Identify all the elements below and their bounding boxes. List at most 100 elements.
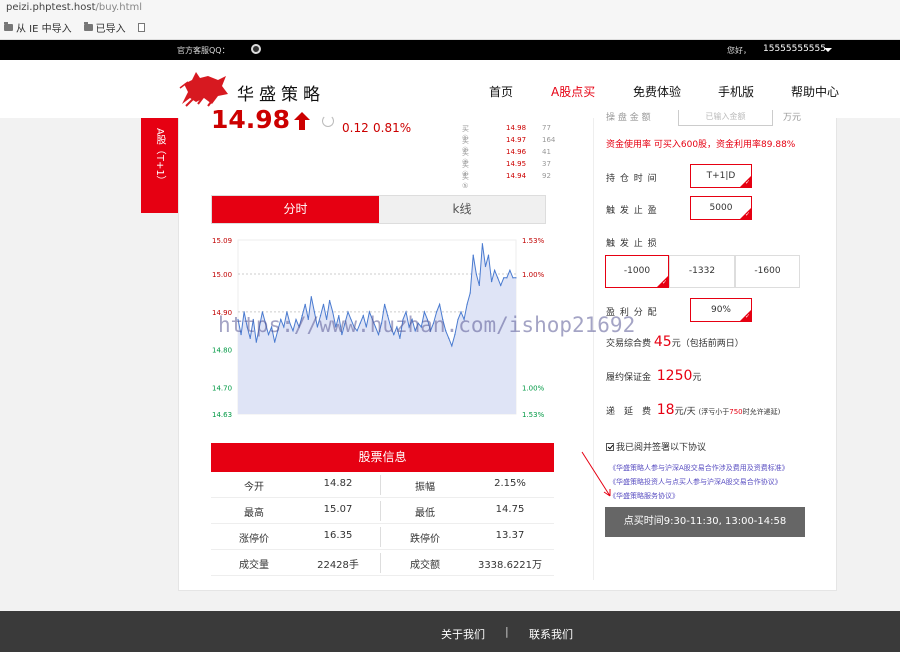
top-bar: 官方客服QQ： 您好， 15555555555 — [0, 40, 900, 60]
address-bar[interactable]: peizi.phptest.host/buy.html — [6, 2, 142, 13]
data-point — [478, 284, 480, 286]
y-tick-left: 14.80 — [212, 347, 232, 355]
buy-time-button[interactable]: 点买时间9:30-11:30, 13:00-14:58 — [605, 507, 805, 537]
data-point — [475, 273, 477, 275]
tab-kline[interactable]: k线 — [379, 196, 545, 223]
stop-loss-option-3[interactable]: -1600 — [735, 255, 800, 288]
data-point — [472, 254, 474, 256]
data-point — [503, 277, 505, 279]
y-tick-right: 1.53% — [522, 237, 545, 245]
data-point — [466, 303, 468, 305]
y-tick-left: 15.09 — [212, 237, 232, 245]
data-point — [515, 277, 517, 279]
take-profit-option[interactable]: 5000 ✓ — [690, 196, 752, 220]
stop-loss-option-1[interactable]: -1000 ✓ — [605, 255, 669, 288]
footer-about-link[interactable]: 关于我们 — [441, 626, 485, 642]
chevron-down-icon[interactable] — [824, 48, 832, 52]
user-phone[interactable]: 15555555555 — [763, 44, 826, 54]
nav-a-share-buy[interactable]: A股点买 — [551, 83, 595, 100]
hold-time-label: 持 仓 时 间 — [606, 174, 658, 184]
price-change-percent: 0.81% — [373, 121, 412, 135]
site-footer: 关于我们 | 联系我们 — [0, 611, 900, 652]
amount-label: 操 盘 金 额 — [606, 113, 651, 123]
data-point — [512, 277, 514, 279]
data-point — [304, 303, 306, 305]
amount-input[interactable]: 已输入金额 — [678, 110, 773, 126]
footer-contact-link[interactable]: 联系我们 — [529, 626, 573, 642]
url-host: peizi.phptest.host — [6, 2, 96, 13]
data-point — [274, 341, 276, 343]
folder-icon — [4, 22, 13, 31]
data-point — [448, 337, 450, 339]
watermark: https://www.huzhan.com/ishop21692 — [218, 313, 636, 337]
table-row: 今开 14.82 振幅 2.15% — [211, 472, 554, 498]
folder-icon — [83, 22, 93, 31]
nav-free-trial[interactable]: 免费体验 — [633, 83, 681, 100]
data-point — [506, 277, 508, 279]
data-point — [249, 337, 251, 339]
current-price: 14.98 — [211, 105, 291, 134]
column-divider — [593, 118, 594, 580]
agreement-link-cooperation[interactable]: 《华盛策略投资人与点买人参与沪深A股交易合作协议》 — [609, 477, 782, 487]
delay-fee-line: 递 延 费 18元/天 (浮亏小于750时允许递延) — [606, 402, 781, 418]
nav-help-center[interactable]: 帮助中心 — [791, 83, 839, 100]
usage-text: 资金使用率 可买入600股，资金利用率89.88% — [606, 140, 796, 150]
stop-loss-label: 触 发 止 损 — [606, 239, 658, 249]
arrow-up-icon — [294, 112, 310, 130]
data-point — [322, 303, 325, 305]
data-point — [310, 296, 312, 298]
table-row: 成交量 22428手 成交额 3338.6221万 — [211, 550, 554, 576]
data-point — [255, 341, 257, 343]
qq-icon[interactable] — [251, 44, 261, 54]
stop-loss-option-2[interactable]: -1332 — [669, 255, 735, 288]
bookmark-import-ie[interactable]: 从 IE 中导入 — [4, 20, 72, 35]
page-icon — [137, 23, 145, 32]
agreement-link-service[interactable]: 《华盛策略服务协议》 — [609, 491, 679, 501]
y-tick-right: 1.00% — [522, 385, 545, 393]
data-point — [490, 281, 493, 283]
tab-intraday[interactable]: 分时 — [212, 196, 379, 223]
bookmark-page[interactable] — [137, 23, 145, 32]
bookmark-imported[interactable]: 已导入 — [83, 20, 126, 35]
price-change: 0.12 — [342, 121, 369, 135]
data-point — [481, 243, 483, 245]
qq-label: 官方客服QQ： — [177, 46, 230, 55]
data-point — [384, 303, 386, 305]
data-point — [509, 269, 511, 271]
data-point — [497, 277, 499, 279]
y-tick-left: 15.00 — [212, 271, 232, 279]
bookmarks-bar: 从 IE 中导入 已导入 — [4, 20, 151, 35]
data-point — [484, 265, 487, 268]
data-point — [494, 269, 496, 271]
stock-info-title: 股票信息 — [211, 443, 554, 472]
table-row: 最高 15.07 最低 14.75 — [211, 498, 554, 524]
chart-tabs: 分时 k线 — [211, 195, 546, 224]
data-point — [329, 299, 331, 302]
data-point — [439, 303, 441, 305]
data-point — [487, 254, 490, 256]
refresh-icon[interactable] — [322, 115, 334, 127]
y-tick-left: 14.63 — [212, 411, 232, 419]
data-point — [451, 345, 453, 347]
bull-logo-icon[interactable] — [178, 68, 230, 110]
hold-time-option[interactable]: T+1|D ✓ — [690, 164, 752, 188]
nav-home[interactable]: 首页 — [489, 83, 513, 100]
agreement-link-fees[interactable]: 《华盛策略人参与沪深A股交易合作涉及费用及资费标准》 — [609, 463, 789, 473]
logo-text[interactable]: 华盛策略 — [237, 80, 325, 105]
side-tab-a-share[interactable]: A股（T+1） — [141, 118, 178, 213]
table-row: 涨停价 16.35 跌停价 13.37 — [211, 524, 554, 550]
y-tick-left: 14.70 — [212, 385, 232, 393]
annotation-arrow — [581, 451, 611, 497]
nav-mobile[interactable]: 手机版 — [718, 83, 754, 100]
profit-split-option[interactable]: 90% ✓ — [690, 298, 752, 322]
data-point — [500, 284, 502, 286]
bookmark-label: 从 IE 中导入 — [16, 24, 72, 35]
data-point — [469, 292, 471, 294]
greeting: 您好， — [727, 46, 751, 55]
y-tick-right: 1.53% — [522, 411, 545, 419]
agree-checkbox-row[interactable]: 我已阅并签署以下协议 — [606, 440, 706, 453]
footer-separator: | — [505, 625, 509, 638]
y-tick-right: 1.00% — [522, 271, 545, 279]
take-profit-label: 触 发 止 盈 — [606, 206, 658, 216]
stock-info-table: 今开 14.82 振幅 2.15% 最高 15.07 最低 14.75 涨停价 16.35 跌停… — [211, 472, 554, 576]
